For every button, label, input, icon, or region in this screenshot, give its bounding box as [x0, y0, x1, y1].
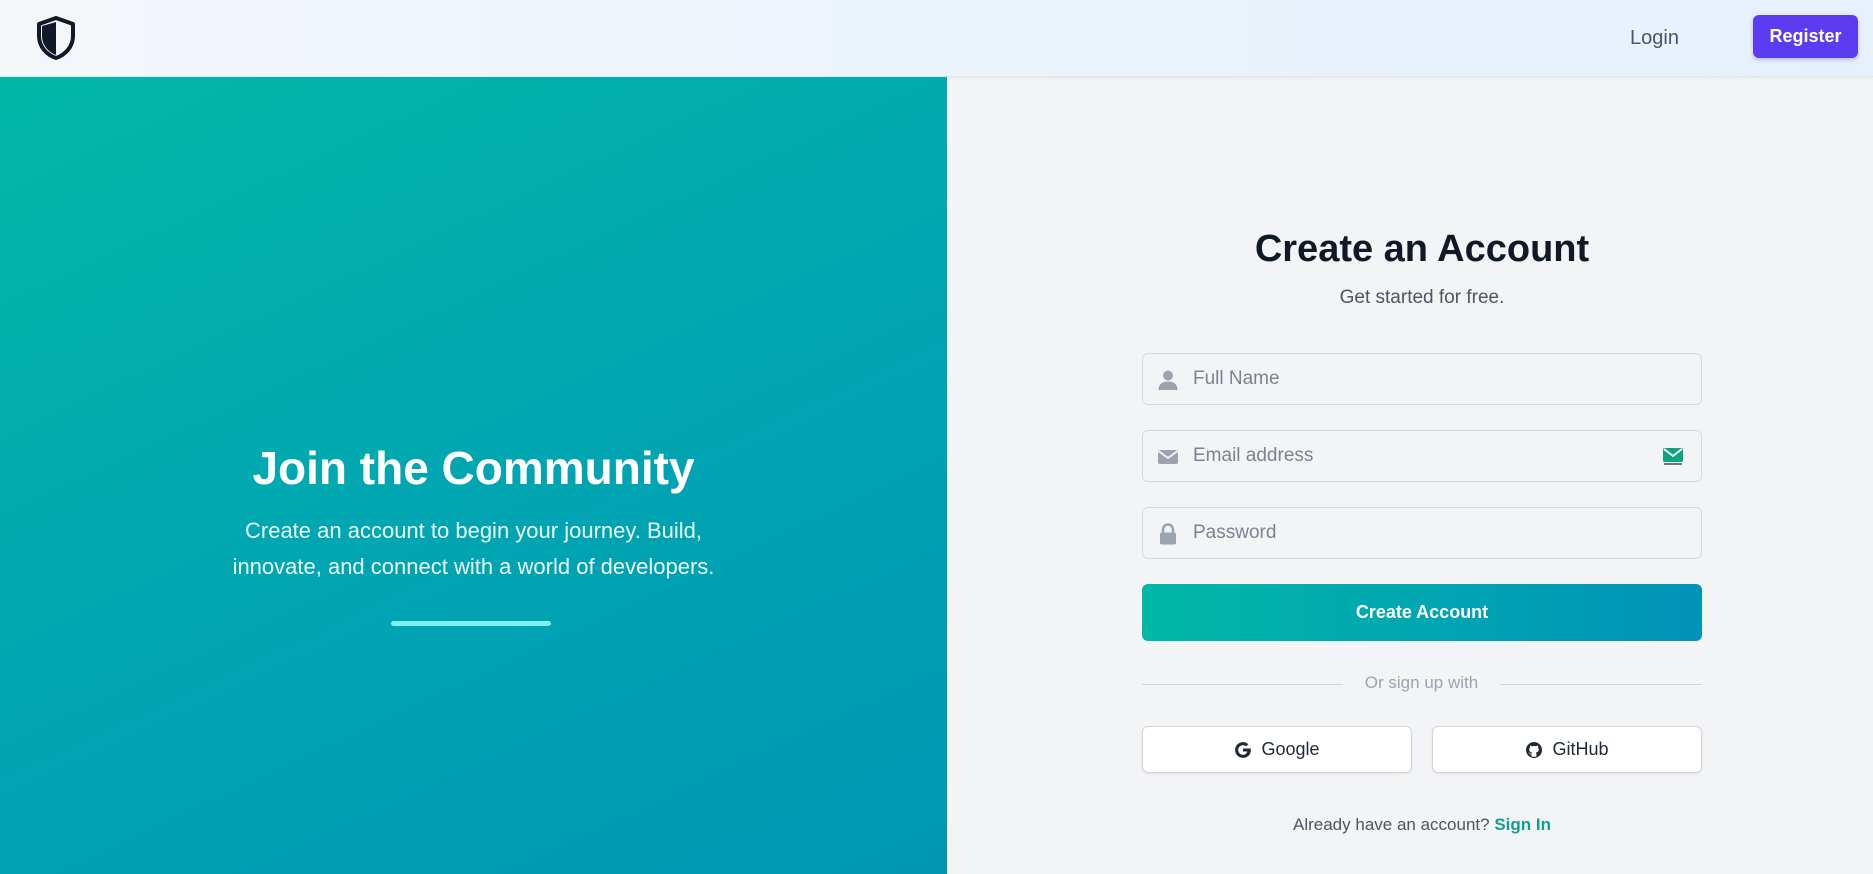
hero-panel: Join the Community Create an account to …: [0, 77, 947, 874]
github-signup-button[interactable]: GitHub: [1432, 726, 1702, 773]
signin-link[interactable]: Sign In: [1494, 815, 1551, 834]
envelope-icon: [1157, 450, 1179, 464]
google-label: Google: [1261, 739, 1320, 759]
hero-description: Create an account to begin your journey.…: [232, 518, 715, 579]
email-input[interactable]: [1193, 431, 1673, 481]
github-icon: [1526, 741, 1543, 758]
divider-line-right: [1500, 684, 1702, 685]
password-manager-icon[interactable]: [1663, 448, 1683, 466]
divider-line-left: [1142, 684, 1343, 685]
signin-prompt: Already have an account?: [1293, 815, 1490, 834]
password-input[interactable]: [1193, 508, 1673, 558]
email-field: [1142, 430, 1702, 482]
shield-icon[interactable]: [36, 16, 76, 60]
google-signup-button[interactable]: Google: [1142, 726, 1412, 773]
signin-prompt-row: Already have an account? Sign In: [1142, 815, 1702, 835]
form-title: Create an Account: [1254, 228, 1590, 270]
hero-divider: [391, 621, 551, 626]
full-name-field: [1142, 353, 1702, 405]
hero-title: Join the Community: [252, 442, 695, 494]
login-link[interactable]: Login: [1630, 22, 1679, 54]
github-label: GitHub: [1552, 739, 1609, 759]
register-button[interactable]: Register: [1753, 15, 1858, 58]
google-icon: [1235, 741, 1252, 758]
divider-text: Or sign up with: [1364, 673, 1479, 692]
lock-icon: [1160, 523, 1176, 545]
password-field: [1142, 507, 1702, 559]
user-icon: [1158, 370, 1178, 390]
full-name-input[interactable]: [1193, 354, 1673, 404]
top-nav: Login Register: [0, 0, 1873, 77]
form-subtitle: Get started for free.: [1339, 287, 1505, 308]
create-account-button[interactable]: Create Account: [1142, 584, 1702, 641]
